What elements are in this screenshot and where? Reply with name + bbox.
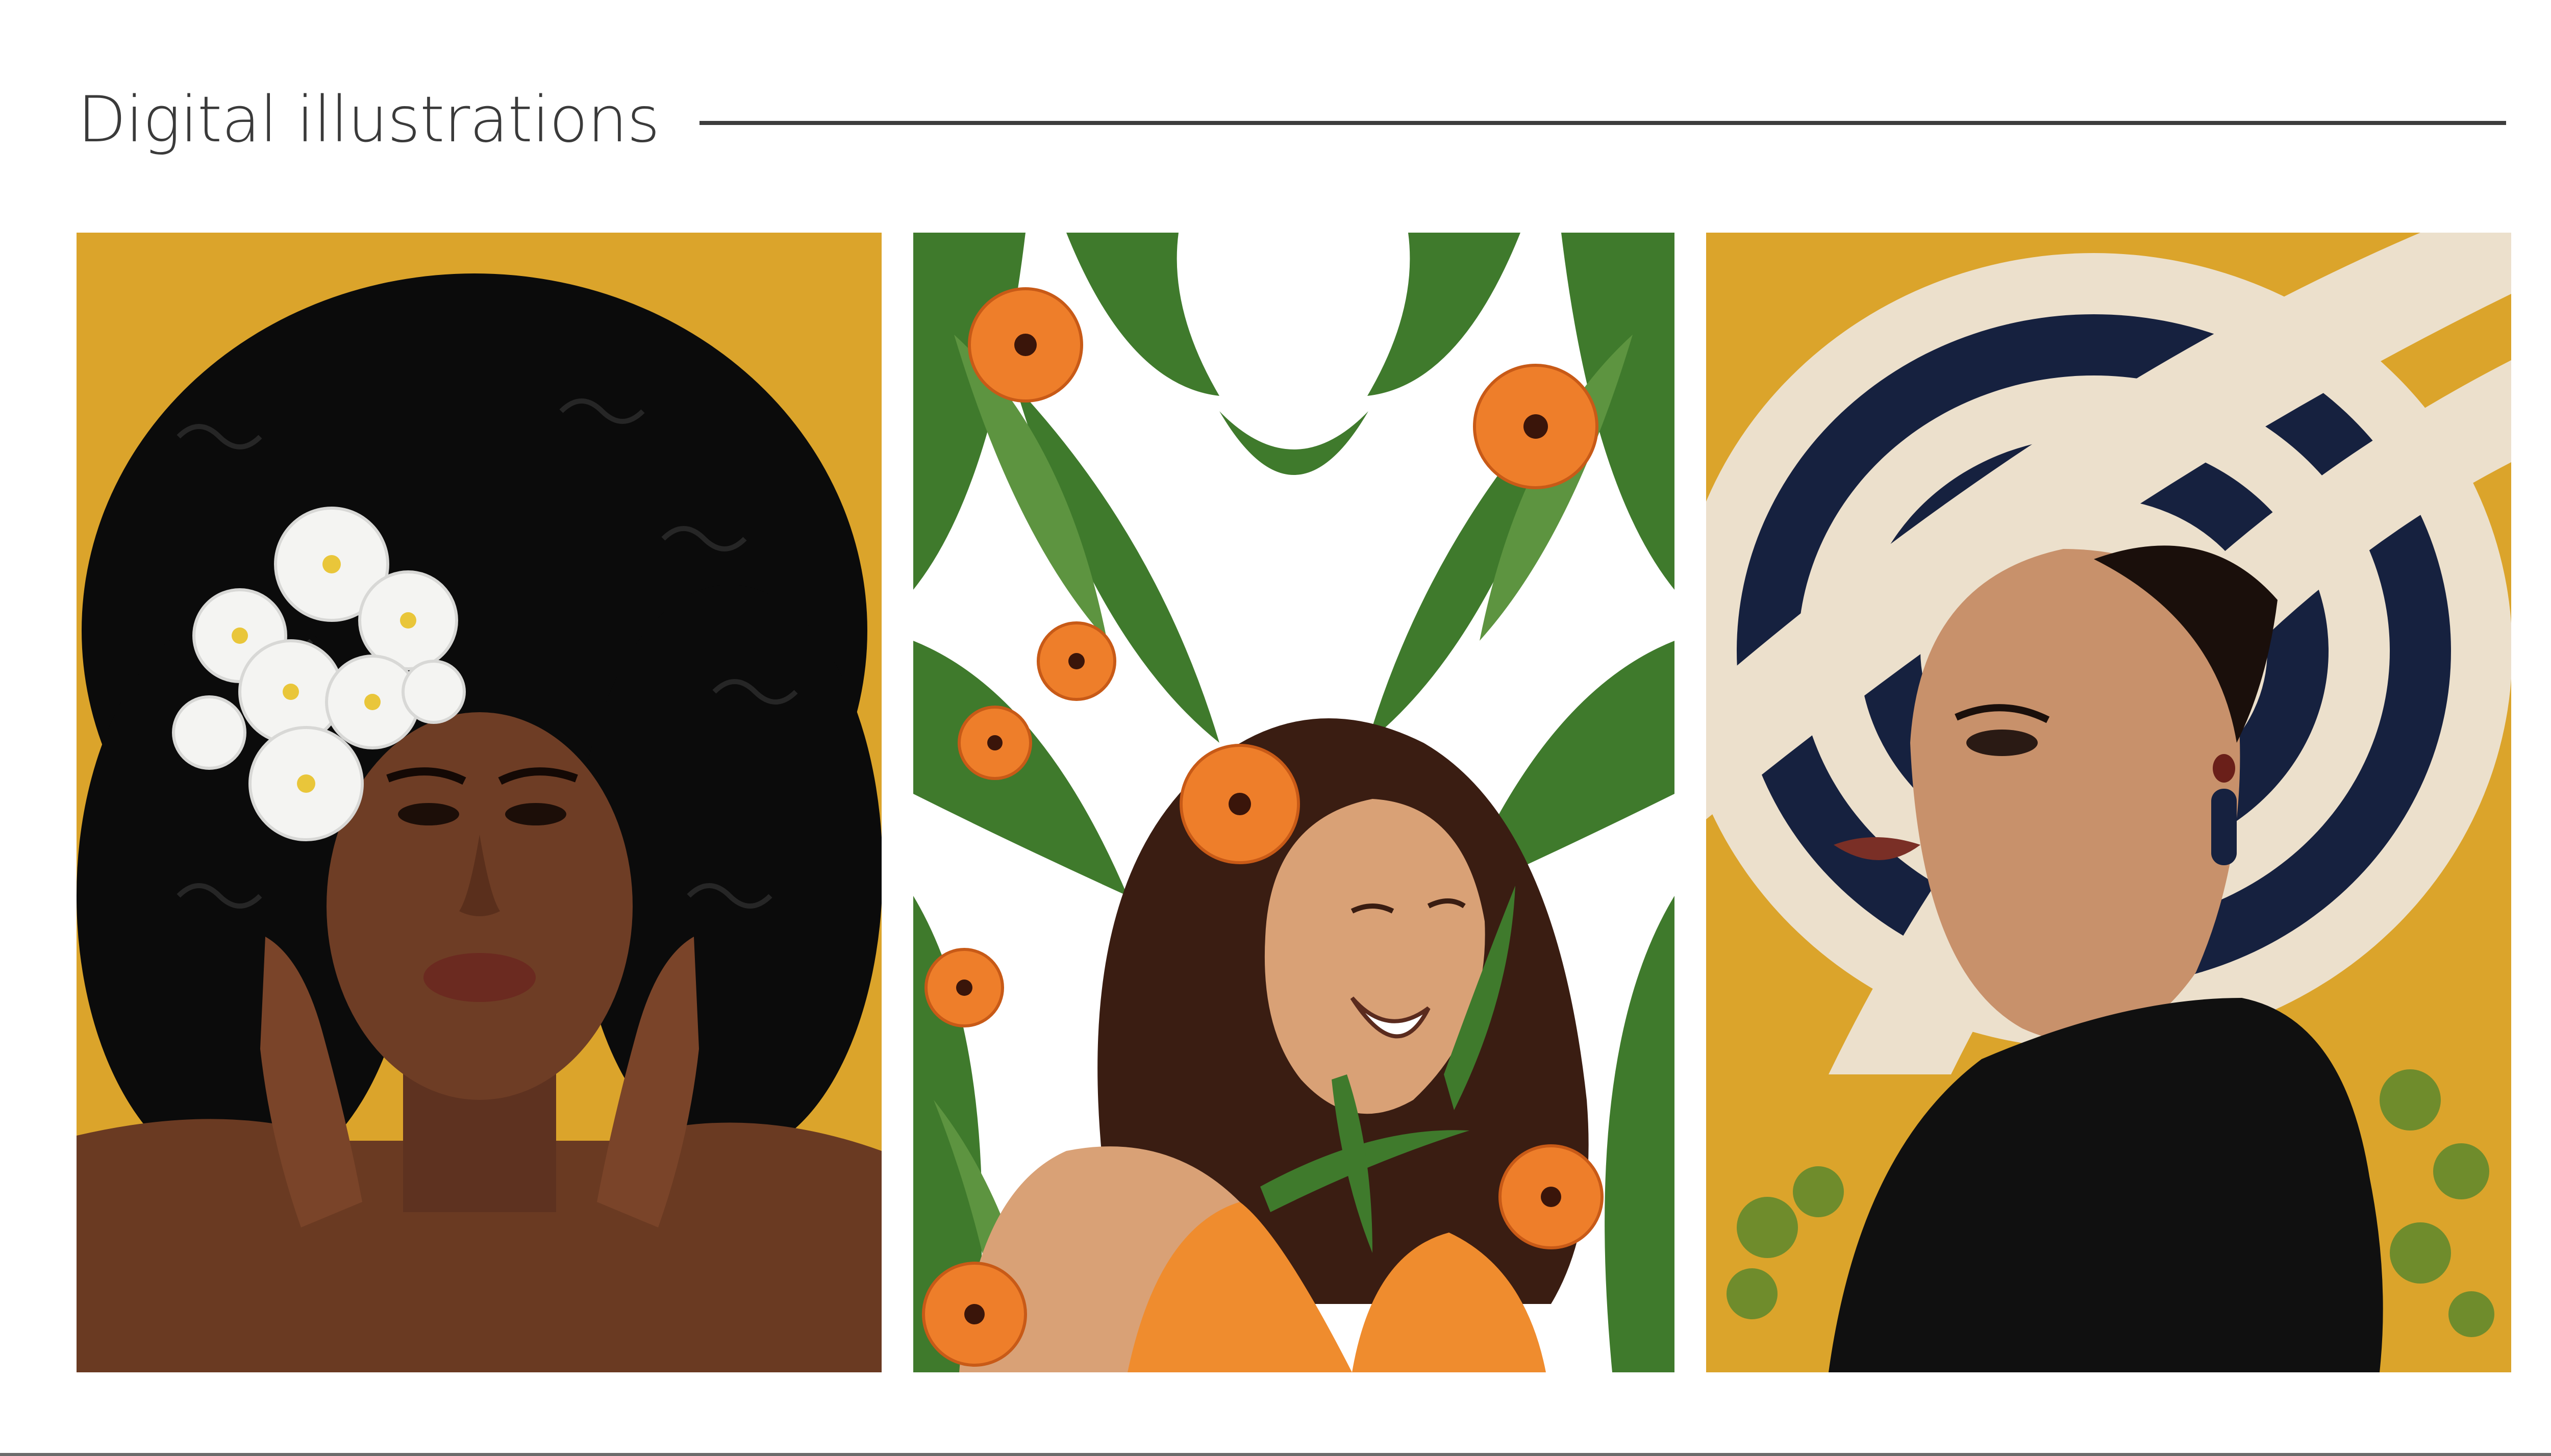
title-divider <box>699 121 2506 125</box>
illustration-card-3[interactable] <box>1706 233 2511 1372</box>
section-header: Digital illustrations <box>78 77 2506 163</box>
smiling-woman-orange-flowers-illustration <box>913 233 1674 1372</box>
illustration-card-1[interactable] <box>77 233 882 1372</box>
page-title: Digital illustrations <box>78 83 660 157</box>
woman-striped-hat-illustration <box>1706 233 2511 1372</box>
illustration-card-2[interactable] <box>913 233 1674 1372</box>
afro-woman-white-flowers-illustration <box>77 233 882 1372</box>
bottom-divider <box>0 1453 2551 1456</box>
